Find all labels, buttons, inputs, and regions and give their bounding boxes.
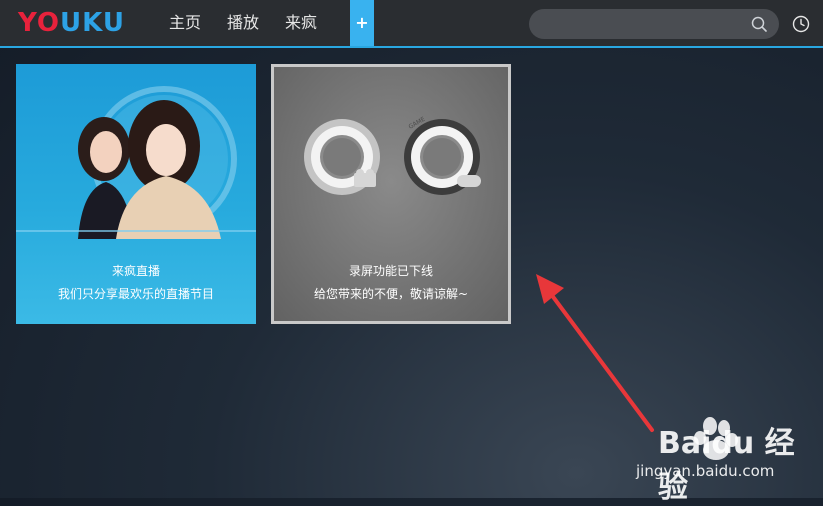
live-hosts-image (16, 86, 256, 239)
tile-subtitle: 给您带来的不便，敬请谅解~ (313, 287, 469, 301)
record-feature-image: GAME (304, 116, 481, 195)
main-nav: 主页 播放 来疯 (158, 0, 332, 46)
clock-icon[interactable] (792, 15, 810, 33)
add-tab-button[interactable]: + (350, 0, 374, 46)
tile-title: 来疯直播 (111, 264, 160, 278)
search-box (529, 9, 779, 41)
nav-item-play[interactable]: 播放 (216, 0, 270, 46)
search-input[interactable] (543, 9, 747, 41)
screen-record-tile[interactable]: GAME 录屏功能已下线 给您带来的不便，敬请谅解~ (271, 64, 511, 324)
game-record-icon: GAME (404, 116, 481, 195)
tile-title: 录屏功能已下线 (348, 264, 433, 278)
nav-item-laifeng[interactable]: 来疯 (274, 0, 328, 46)
video-record-icon (304, 119, 380, 195)
tile-subtitle: 我们只分享最欢乐的直播节目 (57, 287, 214, 301)
youku-logo[interactable]: YOUKU (18, 8, 125, 38)
search-icon[interactable] (751, 16, 767, 32)
top-bar: YOUKU 主页 播放 来疯 + (0, 0, 823, 48)
nav-item-home[interactable]: 主页 (158, 0, 212, 46)
laifeng-live-tile[interactable]: 来疯直播 我们只分享最欢乐的直播节目 (16, 64, 256, 324)
watermark-url: jingyan.baidu.com (636, 462, 775, 480)
